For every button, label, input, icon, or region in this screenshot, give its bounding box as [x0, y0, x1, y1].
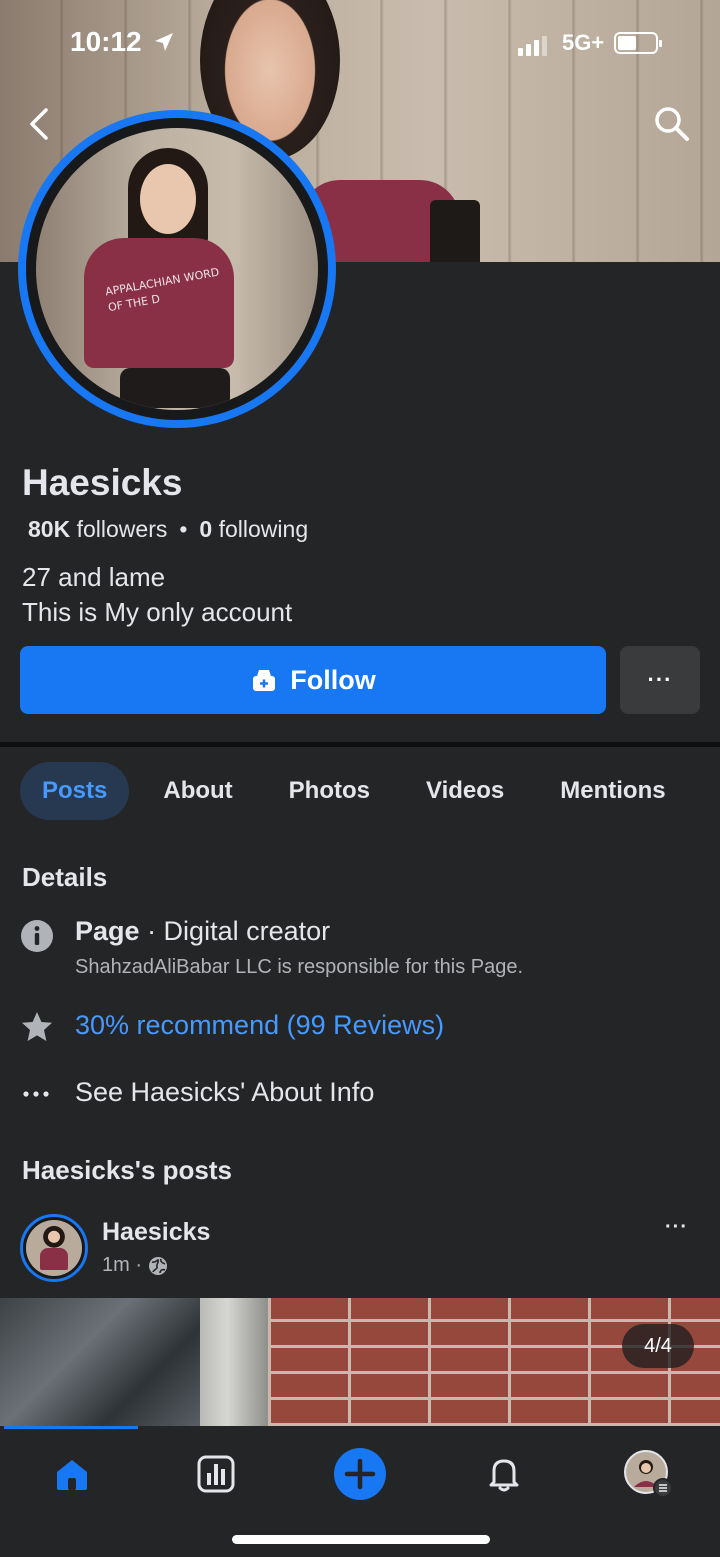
following-label[interactable]: following	[219, 516, 309, 542]
post-more-button[interactable]: ···	[665, 1216, 688, 1239]
ellipsis-icon	[20, 1077, 54, 1111]
bio-line-2: This is My only account	[22, 597, 293, 627]
more-options-button[interactable]: ···	[620, 646, 700, 714]
nav-home[interactable]	[42, 1444, 102, 1504]
tab-about[interactable]: About	[163, 762, 232, 820]
profile-tabs: Posts About Photos Videos Mentions	[20, 762, 666, 820]
profile-avatar[interactable]: APPALACHIAN WORD OF THE D	[18, 110, 336, 428]
post-time[interactable]: 1m ·	[102, 1254, 142, 1277]
about-info-link[interactable]: See Haesicks' About Info	[75, 1077, 374, 1108]
post-author-avatar[interactable]	[20, 1214, 88, 1282]
tab-mentions[interactable]: Mentions	[560, 762, 665, 820]
following-count[interactable]: 0	[199, 516, 212, 542]
tab-photos[interactable]: Photos	[289, 762, 370, 820]
cover-chair	[430, 200, 480, 262]
home-indicator[interactable]	[232, 1535, 490, 1544]
network-type: 5G+	[562, 30, 605, 55]
follow-button[interactable]: Follow	[20, 646, 606, 714]
avatar-shorts	[120, 368, 230, 408]
location-arrow-icon	[152, 30, 176, 61]
dashboard-icon	[197, 1455, 235, 1493]
search-button[interactable]	[652, 104, 692, 144]
status-time: 10:12	[70, 26, 142, 57]
post-image[interactable]	[0, 1298, 720, 1426]
post-avatar-photo	[26, 1220, 82, 1276]
followers-label[interactable]: followers	[77, 516, 168, 542]
avatar-photo: APPALACHIAN WORD OF THE D	[36, 128, 318, 410]
page-category-value: · Digital creator	[147, 916, 331, 946]
avatar-face	[140, 164, 196, 234]
recommend-link[interactable]: 30% recommend (99 Reviews)	[75, 1010, 444, 1041]
follow-icon	[253, 670, 276, 691]
posts-heading: Haesicks's posts	[22, 1155, 232, 1185]
battery-icon	[614, 32, 662, 54]
post-image-stone	[0, 1298, 200, 1426]
home-icon	[57, 1460, 87, 1490]
nav-active-indicator	[4, 1426, 138, 1429]
profile-name: Haesicks	[22, 462, 183, 503]
search-icon	[655, 107, 689, 141]
signal-icon	[518, 36, 547, 56]
star-icon	[20, 1010, 54, 1044]
bio-line-1: 27 and lame	[22, 562, 166, 592]
followers-count[interactable]: 80K	[28, 516, 70, 542]
globe-icon	[149, 1256, 167, 1275]
post-image-trim	[200, 1298, 268, 1426]
bell-icon	[489, 1459, 519, 1492]
image-counter: 4/4	[622, 1324, 694, 1368]
back-button[interactable]	[22, 104, 58, 144]
page-category-label: Page	[75, 916, 140, 946]
avatar-icon	[624, 1450, 673, 1498]
page-responsibility-note: ShahzadAliBabar LLC is responsible for t…	[75, 956, 524, 978]
details-heading: Details	[22, 862, 108, 892]
chevron-left-icon	[30, 108, 48, 140]
profile-bio: 27 and lame This is My only account	[22, 560, 292, 630]
tab-posts[interactable]: Posts	[20, 762, 130, 820]
post-author-name[interactable]: Haesicks	[102, 1218, 210, 1247]
tab-videos[interactable]: Videos	[426, 762, 504, 820]
profile-stats: 80K followers • 0 following	[28, 516, 308, 543]
page-category: Page · Digital creator	[75, 916, 330, 947]
follow-label: Follow	[290, 664, 376, 695]
info-icon	[20, 919, 54, 953]
stats-separator: •	[179, 516, 188, 542]
plus-icon	[334, 1448, 386, 1500]
section-divider	[0, 742, 720, 747]
nav-profile[interactable]	[618, 1444, 678, 1504]
post-meta: 1m ·	[102, 1254, 168, 1277]
nav-notifications[interactable]	[474, 1444, 534, 1504]
nav-dashboard[interactable]	[186, 1444, 246, 1504]
status-bar: 10:12 5G+	[0, 26, 720, 62]
nav-create[interactable]	[330, 1444, 390, 1504]
